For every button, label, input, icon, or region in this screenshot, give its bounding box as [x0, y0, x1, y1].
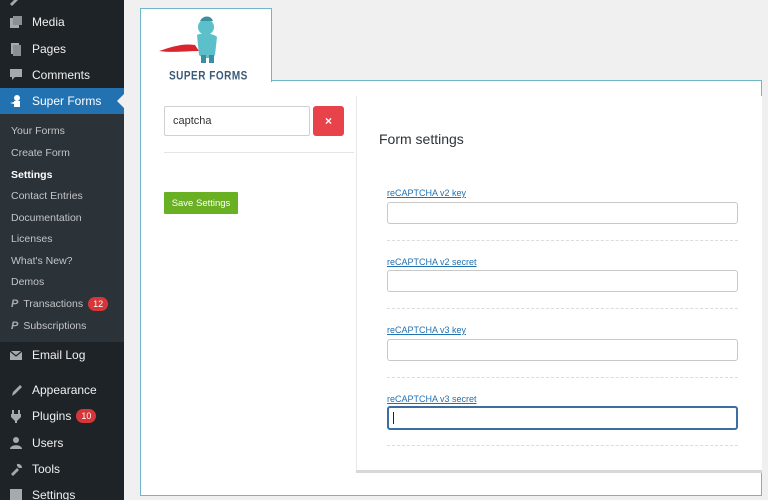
submenu-contact-entries[interactable]: Contact Entries: [11, 187, 83, 205]
submenu-demos[interactable]: Demos: [11, 273, 44, 291]
recaptcha-v2-key-label[interactable]: reCAPTCHA v2 key: [387, 188, 466, 198]
appearance-icon: [8, 382, 24, 398]
submenu-settings[interactable]: Settings: [11, 166, 52, 184]
transactions-count-badge: 12: [88, 297, 109, 311]
field-separator: [387, 308, 738, 309]
menu-super-forms[interactable]: Super Forms: [0, 88, 124, 114]
menu-appearance[interactable]: Appearance: [0, 377, 124, 403]
tools-icon: [8, 461, 24, 477]
super-forms-submenu: Your Forms Create Form Settings Contact …: [0, 114, 124, 342]
comments-icon: [8, 67, 24, 83]
section-title: Form settings: [379, 131, 464, 147]
field-separator: [387, 445, 738, 446]
posts-icon: [8, 0, 22, 6]
menu-label: Media: [32, 15, 65, 29]
plugins-update-badge: 10: [76, 409, 97, 423]
superhero-mascot-icon: [159, 16, 217, 63]
submenu-documentation[interactable]: Documentation: [11, 209, 82, 227]
menu-label: Super Forms: [32, 94, 102, 108]
users-icon: [8, 435, 24, 451]
menu-comments[interactable]: Comments: [0, 62, 124, 88]
paypal-icon: P: [11, 320, 19, 332]
submenu-subscriptions[interactable]: P Subscriptions: [11, 317, 86, 335]
logo-text: SUPER FORMS: [169, 70, 248, 83]
divider: [164, 152, 354, 153]
save-settings-button[interactable]: Save Settings: [164, 192, 238, 214]
settings-icon: [8, 487, 24, 500]
menu-users[interactable]: Users: [0, 430, 124, 456]
field-separator: [387, 240, 738, 241]
menu-media[interactable]: Media: [0, 9, 124, 35]
submenu-transactions[interactable]: P Transactions 12: [11, 295, 109, 313]
recaptcha-v3-key-input[interactable]: [387, 339, 738, 361]
super-forms-icon: [8, 93, 24, 109]
menu-pages[interactable]: Pages: [0, 36, 124, 62]
clear-search-button[interactable]: ×: [313, 106, 344, 136]
media-icon: [8, 14, 24, 30]
menu-label: Appearance: [32, 383, 97, 397]
submenu-your-forms[interactable]: Your Forms: [11, 122, 65, 140]
paypal-icon: P: [11, 298, 19, 310]
menu-label: Settings: [32, 488, 76, 500]
plugins-icon: [8, 408, 24, 424]
recaptcha-v2-secret-input[interactable]: [387, 270, 738, 292]
menu-label: Email Log: [32, 348, 86, 362]
menu-label: Users: [32, 436, 64, 450]
super-forms-logo: SUPER FORMS: [140, 8, 272, 83]
recaptcha-v3-secret-input[interactable]: [387, 406, 738, 430]
submenu-licenses[interactable]: Licenses: [11, 230, 52, 248]
email-icon: [8, 347, 24, 363]
pages-icon: [8, 41, 24, 57]
recaptcha-v3-key-label[interactable]: reCAPTCHA v3 key: [387, 325, 466, 335]
field-separator: [387, 377, 738, 378]
submenu-whats-new[interactable]: What's New?: [11, 252, 73, 270]
menu-label: Comments: [32, 68, 91, 82]
menu-email-log[interactable]: Email Log: [0, 342, 124, 368]
menu-settings[interactable]: Settings: [0, 482, 124, 500]
recaptcha-v2-secret-label[interactable]: reCAPTCHA v2 secret: [387, 257, 477, 267]
recaptcha-v2-key-input[interactable]: [387, 202, 738, 224]
submenu-create-form[interactable]: Create Form: [11, 144, 70, 162]
settings-search-input[interactable]: [164, 106, 310, 136]
admin-sidebar: Media Pages Comments Super Forms Your Fo…: [0, 0, 124, 500]
close-icon: ×: [324, 114, 332, 128]
menu-plugins[interactable]: Plugins 10: [0, 403, 124, 429]
text-caret: [393, 412, 394, 424]
menu-label: Plugins: [32, 409, 72, 423]
menu-label: Pages: [32, 42, 67, 56]
menu-label: Tools: [32, 462, 61, 476]
recaptcha-v3-secret-label[interactable]: reCAPTCHA v3 secret: [387, 394, 477, 404]
menu-tools[interactable]: Tools: [0, 456, 124, 482]
